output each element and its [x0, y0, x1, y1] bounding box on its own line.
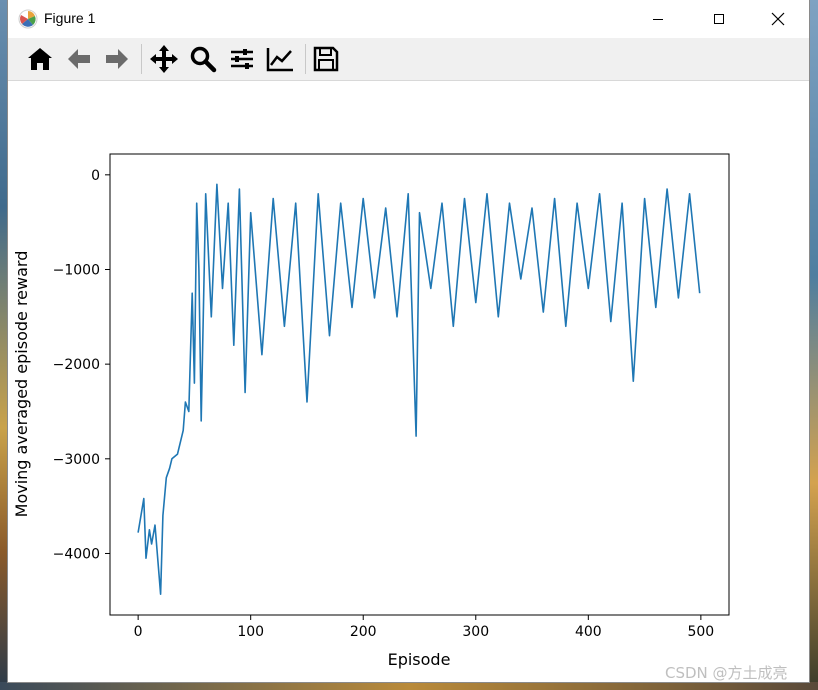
- back-arrow-icon: [68, 49, 90, 69]
- forward-button[interactable]: [101, 43, 133, 75]
- x-tick-label: 300: [462, 624, 489, 640]
- x-tick-label: 0: [134, 624, 143, 640]
- navigation-toolbar: [8, 38, 809, 81]
- series-line: [137, 183, 701, 595]
- desktop-background-right: [809, 0, 818, 690]
- home-icon: [28, 48, 52, 70]
- y-tick-label: 0: [91, 168, 100, 184]
- save-button[interactable]: [310, 43, 342, 75]
- y-tick-label: −1000: [53, 262, 100, 278]
- x-tick-label: 200: [350, 624, 377, 640]
- pan-button[interactable]: [148, 43, 180, 75]
- zoom-icon: [190, 46, 217, 73]
- y-tick-label: −2000: [53, 357, 100, 373]
- forward-arrow-icon: [106, 49, 128, 69]
- figure-window: Figure 1 0 100 200 300 400 500 0 −1000 −…: [8, 0, 809, 682]
- watermark: CSDN @方土成亮: [665, 664, 788, 682]
- configure-subplots-button[interactable]: [226, 43, 258, 75]
- matplotlib-app-icon: [18, 9, 38, 29]
- x-tick-label: 100: [237, 624, 264, 640]
- edit-axis-icon: [266, 48, 293, 72]
- title-bar[interactable]: Figure 1: [8, 0, 809, 38]
- x-tick-label: 400: [575, 624, 602, 640]
- edit-axis-button[interactable]: [264, 43, 296, 75]
- y-tick-label: −3000: [53, 452, 100, 468]
- close-button[interactable]: [755, 0, 801, 38]
- maximize-icon: [714, 14, 724, 24]
- window-title: Figure 1: [44, 10, 96, 26]
- close-icon: [771, 12, 785, 26]
- desktop-background-bottom: [0, 682, 818, 690]
- home-button[interactable]: [24, 43, 56, 75]
- figure-canvas[interactable]: 0 100 200 300 400 500 0 −1000 −2000 −3000 −4000 E…: [8, 81, 809, 682]
- x-tick-label: 500: [687, 624, 714, 640]
- toolbar-separator: [141, 44, 142, 74]
- toolbar-separator: [305, 44, 306, 74]
- zoom-button[interactable]: [187, 43, 219, 75]
- line-chart[interactable]: 0 100 200 300 400 500 0 −1000 −2000 −3000 −4000 E…: [8, 81, 809, 682]
- maximize-button[interactable]: [696, 0, 742, 38]
- back-button[interactable]: [63, 43, 95, 75]
- y-axis-label: Moving averaged episode reward: [12, 251, 31, 518]
- configure-subplots-icon: [231, 49, 253, 69]
- x-axis-label: Episode: [388, 650, 451, 669]
- minimize-button[interactable]: [635, 0, 681, 38]
- y-tick-label: −4000: [53, 546, 100, 562]
- save-icon: [313, 46, 339, 72]
- pan-icon: [150, 45, 178, 73]
- minimize-icon: [653, 19, 663, 20]
